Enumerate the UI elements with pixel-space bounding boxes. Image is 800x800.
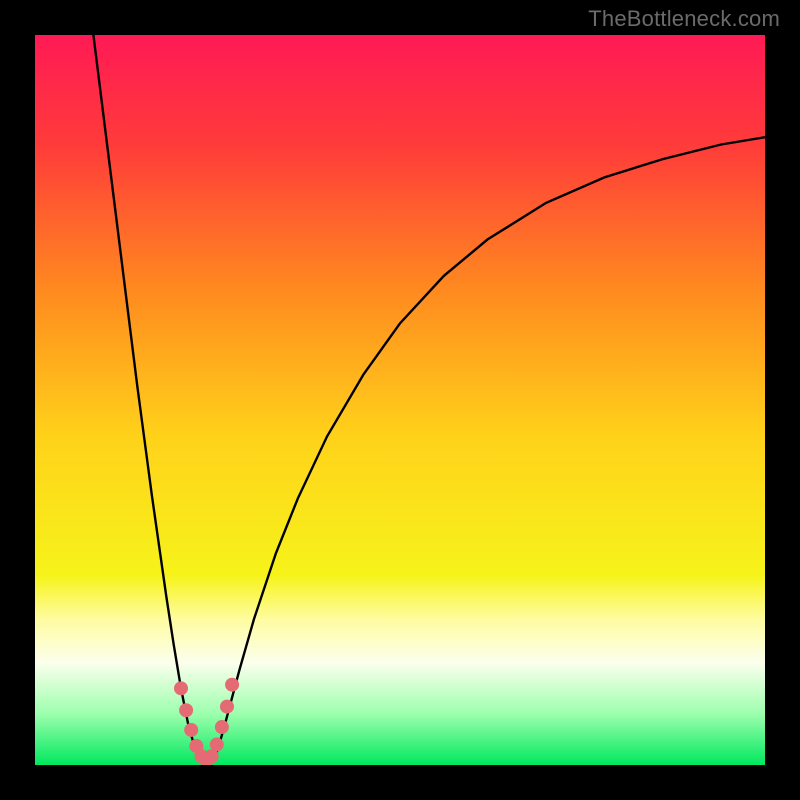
plot-area [35,35,765,765]
highlight-marker [220,700,234,714]
highlight-marker [210,738,224,752]
highlight-marker [174,681,188,695]
chart-frame: TheBottleneck.com [0,0,800,800]
highlight-marker [215,720,229,734]
bottleneck-curve [93,35,765,761]
highlight-marker [225,678,239,692]
highlight-marker [179,703,193,717]
curve-layer [35,35,765,765]
watermark-text: TheBottleneck.com [588,6,780,32]
highlight-marker [184,723,198,737]
highlight-markers [174,678,239,765]
